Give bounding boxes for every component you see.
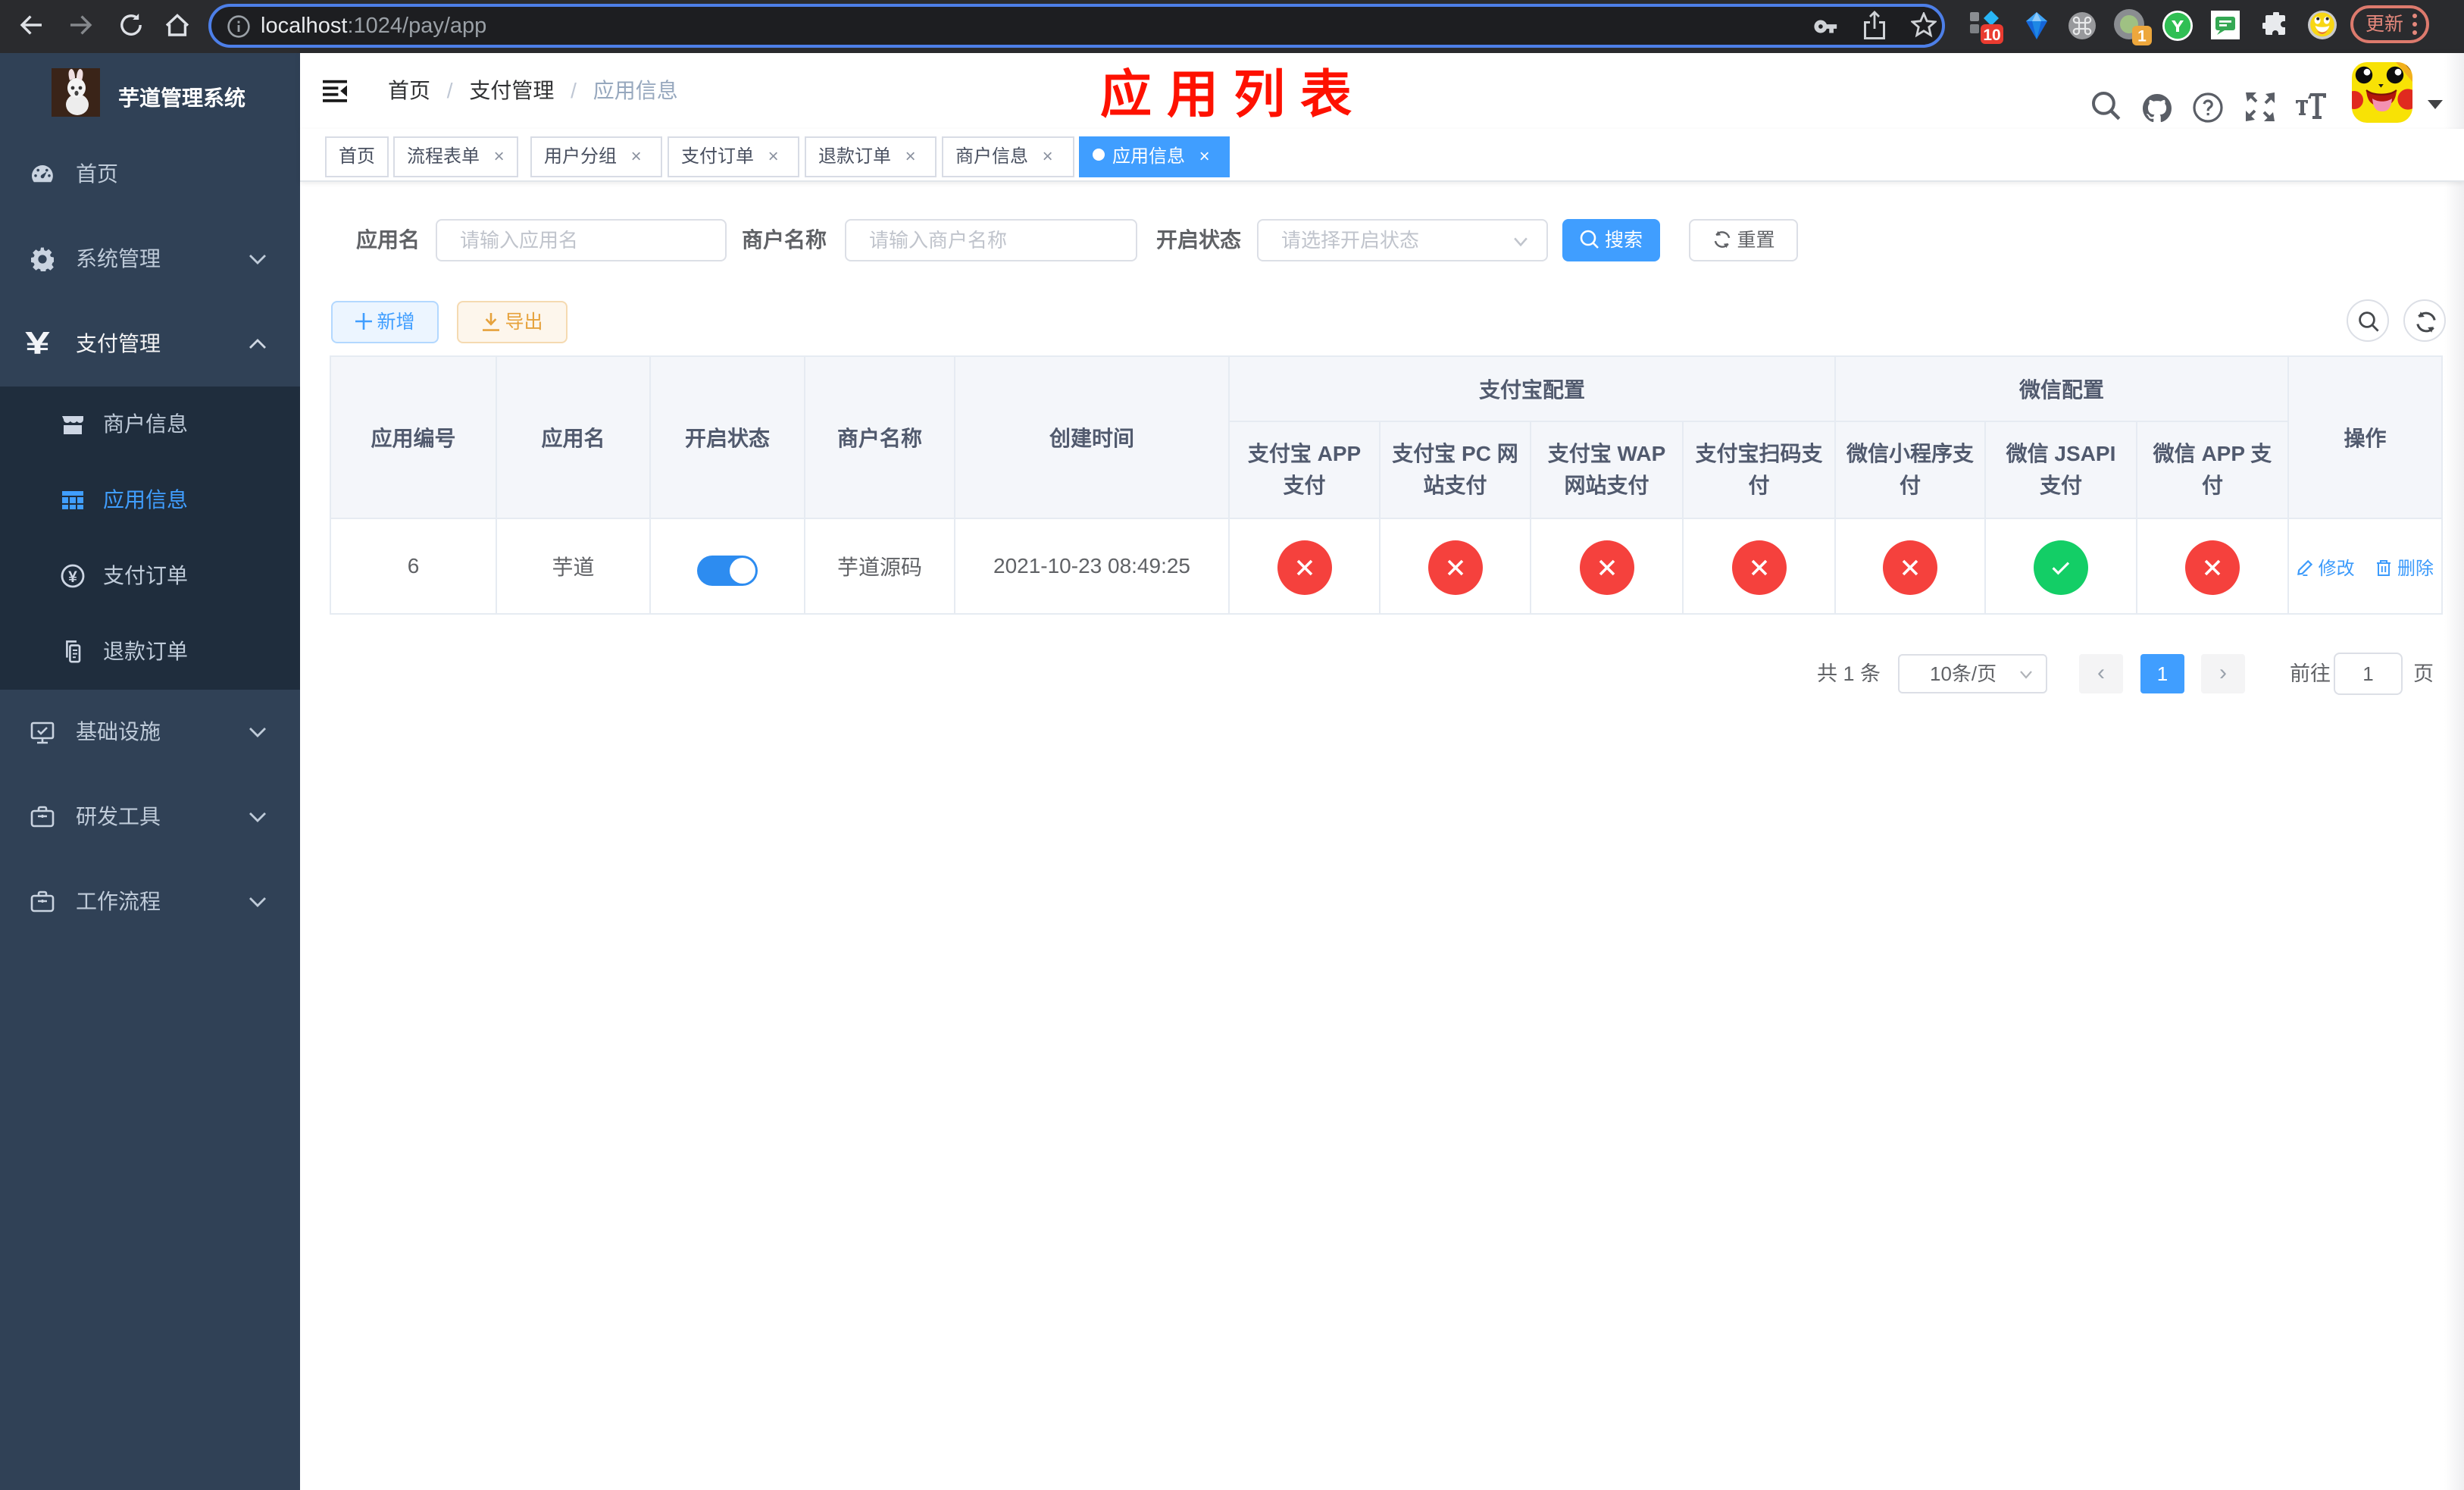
svg-text:¥: ¥: [25, 325, 50, 361]
svg-text:1: 1: [2137, 28, 2147, 45]
svg-text:10: 10: [1983, 27, 2000, 44]
svg-text:¥: ¥: [68, 568, 77, 586]
